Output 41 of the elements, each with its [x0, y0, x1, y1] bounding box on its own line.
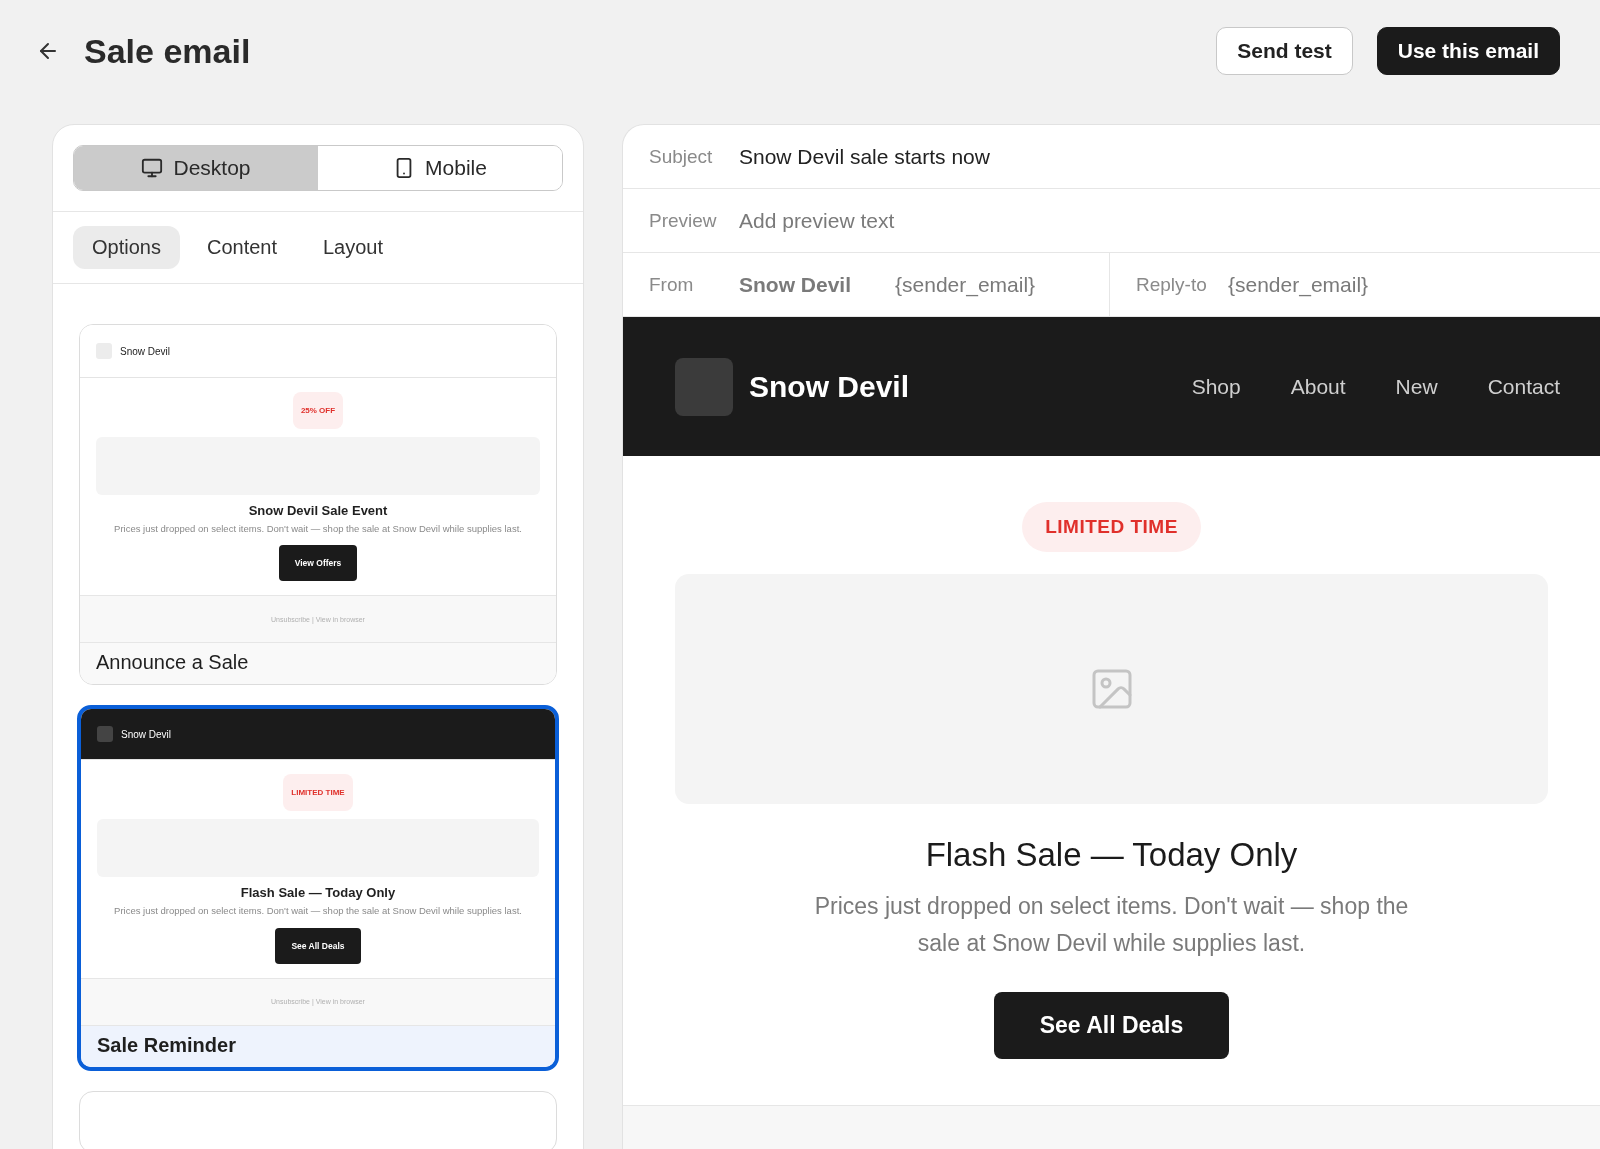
sender-name: Snow Devil [739, 272, 852, 297]
template-card[interactable] [77, 705, 559, 1071]
sender-email: {sender_email} [895, 272, 1036, 297]
logo-placeholder [675, 357, 733, 416]
field-label: Reply-to [1136, 273, 1208, 296]
field-label: From [649, 273, 695, 296]
email-heading: Flash Sale — Today Only [240, 885, 396, 901]
send-test-button[interactable]: Send test [1216, 27, 1353, 75]
device-toggle[interactable]: Desktop [74, 146, 318, 190]
tab[interactable]: Content [187, 226, 296, 269]
nav-link[interactable]: New [1395, 374, 1438, 399]
email-heading: Flash Sale — Today Only [925, 836, 1298, 874]
promo-badge: LIMITED TIME [283, 774, 353, 812]
field-label: Subject [649, 145, 714, 168]
page-title: Sale email [84, 31, 252, 71]
nav-link[interactable]: Contact [1487, 374, 1560, 399]
template-name: Sale Reminder [81, 1024, 555, 1067]
cta-button: View Offers [278, 545, 358, 582]
brand-name: Snow Devil [121, 728, 172, 740]
email-body-text: Prices just dropped on select items. Don't wait — shop the sale at Snow Devil while supplies last. [114, 523, 522, 536]
nav-link[interactable]: About [1290, 374, 1346, 399]
preview-field[interactable]: Add preview text [739, 208, 895, 233]
monitor-icon [141, 157, 164, 179]
tab[interactable]: Layout [304, 226, 403, 269]
logo-placeholder [97, 726, 113, 743]
use-email-button[interactable]: Use this email [1376, 27, 1560, 75]
email-heading: Snow Devil Sale Event [248, 503, 388, 518]
template-name: Announce a Sale [80, 642, 556, 685]
field-label: Preview [649, 209, 718, 232]
promo-badge: LIMITED TIME [1022, 502, 1201, 552]
tab[interactable]: Options [73, 226, 180, 269]
email-body-text: Prices just dropped on select items. Don't wait — shop the sale at Snow Devil while supplies last. [114, 905, 522, 918]
email-body-text: Prices just dropped on select items. Don't wait — shop the sale at Snow Devil while supplies last. [813, 892, 1410, 958]
nav-link[interactable]: Shop [1191, 374, 1241, 399]
brand-name: Snow Devil [749, 369, 911, 404]
promo-badge: 25% OFF [292, 392, 344, 429]
reply-to-email: {sender_email} [1228, 272, 1369, 297]
cta-button[interactable]: See All Deals [993, 991, 1230, 1059]
cta-button: See All Deals [275, 927, 361, 964]
brand-name: Snow Devil [120, 345, 171, 357]
subject-value[interactable]: Snow Devil sale starts now [739, 144, 990, 169]
